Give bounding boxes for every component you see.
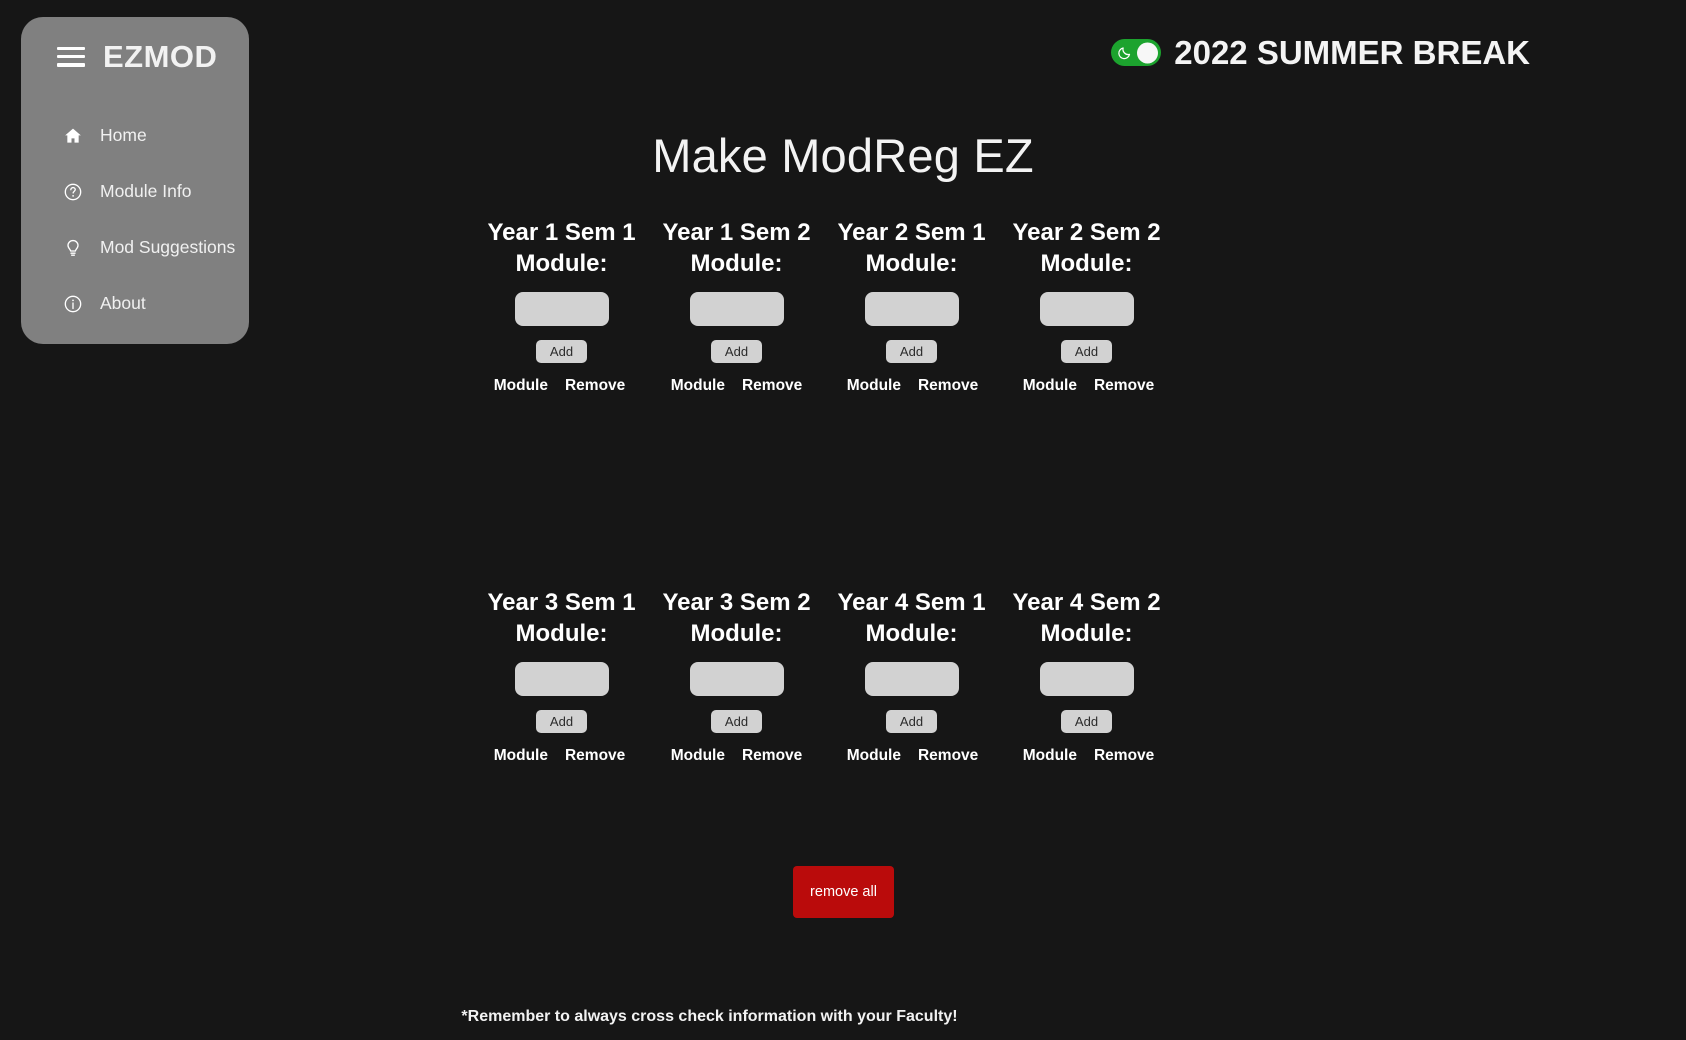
semester-title: Year 3 Sem 2 Module: [662, 588, 810, 649]
add-module-button[interactable]: Add [886, 340, 937, 364]
brand-title: EZMOD [103, 39, 218, 74]
column-header-module: Module [670, 747, 725, 765]
semester-card-y4s1: Year 4 Sem 1 Module: Add Module Remove [824, 588, 999, 765]
moon-icon [1117, 45, 1132, 60]
module-table-header: Module Remove [1023, 747, 1155, 765]
toggle-knob [1137, 42, 1159, 63]
semester-title-line2: Module: [515, 249, 608, 277]
semester-title: Year 4 Sem 1 Module: [837, 588, 985, 649]
semester-title-line1: Year 1 Sem 2 [662, 219, 811, 246]
module-table-header: Module Remove [847, 747, 979, 765]
column-header-module: Module [846, 747, 901, 765]
sidebar-item-mod-suggestions[interactable]: Mod Suggestions [21, 220, 249, 276]
add-module-button[interactable]: Add [711, 340, 762, 364]
semester-title-line2: Module: [865, 619, 958, 647]
module-input[interactable] [1039, 292, 1134, 327]
add-module-button[interactable]: Add [536, 710, 587, 734]
app-root: EZMOD Home Module Info Mod Suggestions A… [0, 0, 1686, 1040]
column-header-remove: Remove [564, 377, 626, 395]
semester-title: Year 1 Sem 1 Module: [487, 218, 635, 279]
module-input[interactable] [864, 292, 959, 327]
add-module-button[interactable]: Add [1061, 710, 1112, 734]
module-table-header: Module Remove [847, 377, 979, 395]
module-input[interactable] [514, 662, 609, 697]
lightbulb-icon [63, 238, 83, 258]
semester-card-y1s1: Year 1 Sem 1 Module: Add Module Remove [474, 218, 649, 395]
column-header-remove: Remove [917, 747, 979, 765]
semester-card-y2s1: Year 2 Sem 1 Module: Add Module Remove [824, 218, 999, 395]
sidebar-item-about[interactable]: About [21, 276, 249, 332]
header-right: 2022 SUMMER BREAK [1111, 36, 1530, 69]
page-title: Make ModReg EZ [652, 129, 1034, 182]
semester-card-y4s2: Year 4 Sem 2 Module: Add Module Remove [999, 588, 1174, 765]
sidebar-header: EZMOD [21, 17, 249, 72]
semester-card-y1s2: Year 1 Sem 2 Module: Add Module Remove [649, 218, 824, 395]
semester-card-y2s2: Year 2 Sem 2 Module: Add Module Remove [999, 218, 1174, 395]
column-header-module: Module [670, 377, 725, 395]
semester-row-2: Year 3 Sem 1 Module: Add Module Remove Y… [474, 588, 1174, 765]
semester-title-line1: Year 2 Sem 1 [837, 219, 986, 246]
column-header-module: Module [493, 377, 548, 395]
module-table-header: Module Remove [1023, 377, 1155, 395]
module-table-header: Module Remove [494, 377, 626, 395]
sidebar-item-label: About [100, 293, 146, 314]
semester-title-line1: Year 2 Sem 2 [1012, 219, 1161, 246]
column-header-module: Module [1022, 747, 1077, 765]
semester-row-1: Year 1 Sem 1 Module: Add Module Remove Y… [474, 218, 1174, 395]
semester-title-line1: Year 1 Sem 1 [487, 219, 636, 246]
semester-card-y3s1: Year 3 Sem 1 Module: Add Module Remove [474, 588, 649, 765]
semester-title: Year 3 Sem 1 Module: [487, 588, 635, 649]
column-header-remove: Remove [1093, 377, 1155, 395]
module-input[interactable] [1039, 662, 1134, 697]
column-header-remove: Remove [741, 377, 803, 395]
remove-all-button[interactable]: remove all [793, 866, 894, 918]
question-circle-icon [63, 182, 83, 202]
semester-title: Year 1 Sem 2 Module: [662, 218, 810, 279]
add-module-button[interactable]: Add [711, 710, 762, 734]
sidebar-item-label: Mod Suggestions [100, 237, 236, 258]
column-header-module: Module [846, 377, 901, 395]
hamburger-icon[interactable] [57, 46, 85, 67]
footer-note: *Remember to always cross check informat… [461, 1008, 958, 1025]
semester-title-line2: Module: [865, 249, 958, 277]
dark-mode-toggle[interactable] [1111, 39, 1162, 66]
semester-title-line2: Module: [1040, 619, 1133, 647]
season-label: 2022 SUMMER BREAK [1174, 34, 1530, 71]
semester-title: Year 2 Sem 1 Module: [837, 218, 985, 279]
semester-title-line1: Year 3 Sem 1 [487, 589, 636, 616]
column-header-module: Module [1022, 377, 1077, 395]
semester-title-line2: Module: [690, 619, 783, 647]
module-table-header: Module Remove [494, 747, 626, 765]
module-input[interactable] [689, 292, 784, 327]
semester-title-line2: Module: [515, 619, 608, 647]
add-module-button[interactable]: Add [536, 340, 587, 364]
semester-title: Year 2 Sem 2 Module: [1012, 218, 1160, 279]
column-header-remove: Remove [564, 747, 626, 765]
semester-card-y3s2: Year 3 Sem 2 Module: Add Module Remove [649, 588, 824, 765]
add-module-button[interactable]: Add [1061, 340, 1112, 364]
semester-title-line1: Year 3 Sem 2 [662, 589, 811, 616]
module-input[interactable] [689, 662, 784, 697]
semester-title-line2: Module: [1040, 249, 1133, 277]
module-table-header: Module Remove [671, 747, 803, 765]
info-circle-icon [63, 294, 83, 314]
add-module-button[interactable]: Add [886, 710, 937, 734]
semester-title: Year 4 Sem 2 Module: [1012, 588, 1160, 649]
semester-title-line1: Year 4 Sem 1 [837, 589, 986, 616]
sidebar-item-label: Module Info [100, 181, 192, 202]
column-header-remove: Remove [917, 377, 979, 395]
column-header-module: Module [493, 747, 548, 765]
semester-title-line2: Module: [690, 249, 783, 277]
module-input[interactable] [514, 292, 609, 327]
column-header-remove: Remove [1093, 747, 1155, 765]
column-header-remove: Remove [741, 747, 803, 765]
module-input[interactable] [864, 662, 959, 697]
semester-title-line1: Year 4 Sem 2 [1012, 589, 1161, 616]
module-table-header: Module Remove [671, 377, 803, 395]
